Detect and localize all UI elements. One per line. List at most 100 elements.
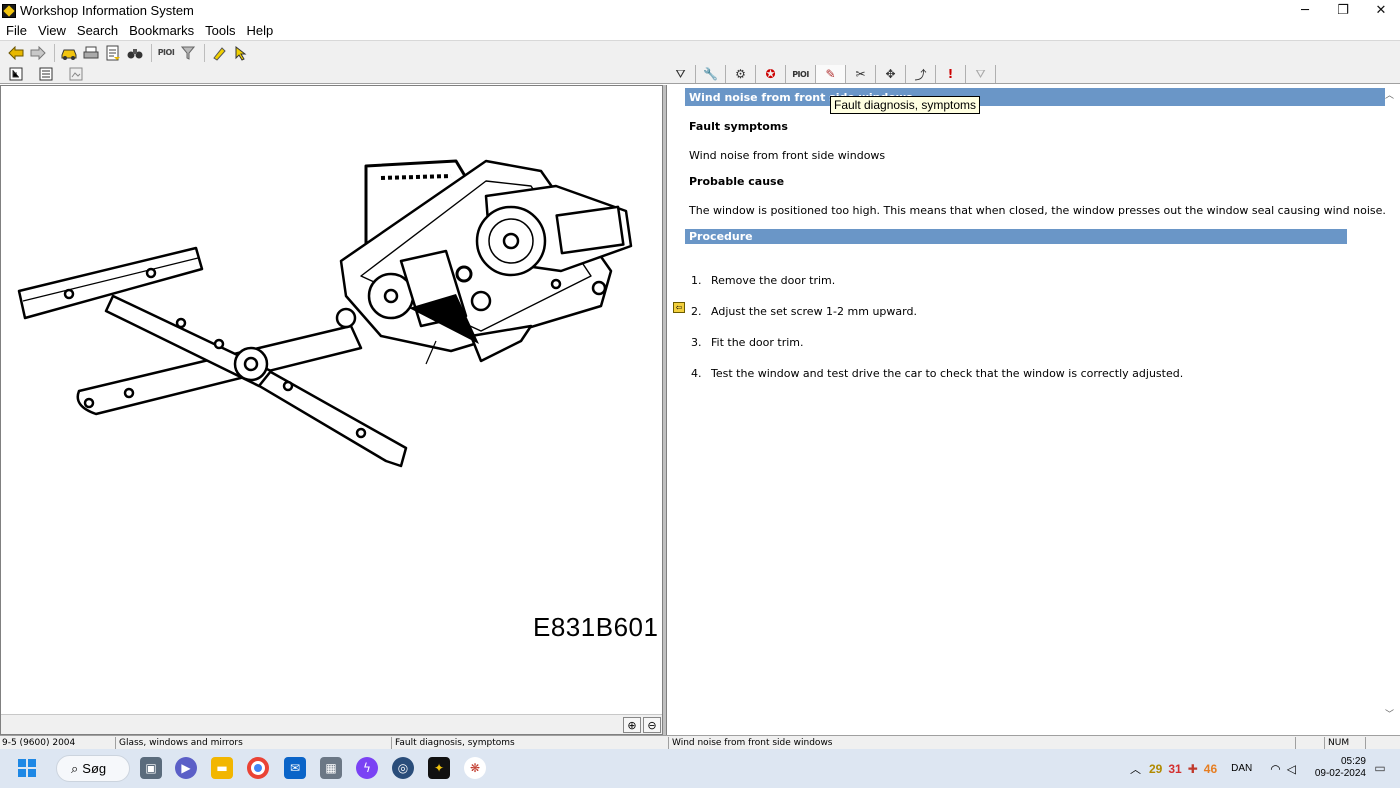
language-indicator[interactable]: DAN bbox=[1231, 763, 1252, 774]
document-tabs: ⛛ 🔧 ⚙ ✪ PIOI ✎ ✂ ✥ ⤴ ! ⛛ bbox=[666, 65, 996, 84]
teams-icon[interactable]: ▶ bbox=[175, 757, 197, 779]
list-view-icon[interactable] bbox=[37, 66, 55, 82]
messenger-icon[interactable]: ϟ bbox=[356, 757, 378, 779]
scroll-up-icon[interactable]: ︿ bbox=[1385, 88, 1394, 101]
maximize-button[interactable]: ❐ bbox=[1324, 0, 1362, 21]
document-list-icon[interactable] bbox=[103, 43, 123, 63]
search-label: Søg bbox=[82, 761, 107, 776]
procedure-step: 3. Fit the door trim. bbox=[691, 336, 804, 349]
chrome-icon[interactable] bbox=[247, 757, 269, 779]
binoculars-icon[interactable] bbox=[125, 43, 145, 63]
pointer-help-icon[interactable] bbox=[231, 43, 251, 63]
title-bar: Workshop Information System ─ ❐ ✕ bbox=[0, 0, 1400, 21]
minimize-button[interactable]: ─ bbox=[1286, 0, 1324, 21]
menu-tools[interactable]: Tools bbox=[199, 21, 240, 40]
fault-diagnosis-icon: ✎ bbox=[825, 67, 836, 81]
status-bar: 9-5 (9600) 2004 Glass, windows and mirro… bbox=[0, 735, 1400, 749]
tray-number-3[interactable]: 46 bbox=[1204, 762, 1217, 776]
tab-description[interactable]: ⛛ bbox=[666, 65, 696, 83]
window-controls: ─ ❐ ✕ bbox=[1286, 0, 1400, 21]
step-text: Adjust the set screw 1-2 mm upward. bbox=[711, 305, 917, 318]
status-category: Fault diagnosis, symptoms bbox=[393, 737, 669, 749]
warning-icon: ✪ bbox=[765, 67, 776, 81]
tray-number-2[interactable]: 31 bbox=[1168, 762, 1181, 776]
mail-icon[interactable]: ✉ bbox=[284, 757, 306, 779]
tray-number-1[interactable]: 29 bbox=[1149, 762, 1162, 776]
pioi-button[interactable]: PIOI bbox=[156, 43, 176, 63]
search-icon: ⌕ bbox=[71, 760, 79, 776]
tab-bulletins[interactable]: ! bbox=[936, 65, 966, 83]
globe-app-icon[interactable]: ◎ bbox=[392, 757, 414, 779]
zoom-bar: ⊕ ⊖ bbox=[1, 714, 662, 734]
document-title: Wind noise from front side windows bbox=[685, 88, 1385, 106]
highlight-icon[interactable] bbox=[209, 43, 229, 63]
file-explorer-icon[interactable]: ▬ bbox=[211, 757, 233, 779]
zoom-out-icon[interactable]: ⊖ bbox=[643, 717, 661, 733]
pioi-label: PIOI bbox=[792, 69, 809, 79]
clock-time: 05:29 bbox=[1340, 756, 1366, 767]
tab-fault-diagnosis[interactable]: ✎ bbox=[816, 65, 846, 83]
scroll-down-icon[interactable]: ﹀ bbox=[1385, 707, 1394, 720]
status-document: Wind noise from front side windows bbox=[670, 737, 1296, 749]
main-toolbar: PIOI bbox=[0, 40, 1400, 64]
notification-icon[interactable]: ▭ bbox=[1372, 759, 1388, 777]
secondary-toolbar: ⛛ 🔧 ⚙ ✪ PIOI ✎ ✂ ✥ ⤴ ! ⛛ bbox=[0, 64, 1400, 84]
wifi-icon[interactable]: ◠ bbox=[1270, 762, 1280, 776]
tray-app-icon[interactable]: ✚ bbox=[1188, 762, 1198, 776]
status-model: 9-5 (9600) 2004 bbox=[0, 737, 116, 749]
tooltip: Fault diagnosis, symptoms bbox=[830, 96, 981, 114]
print-icon[interactable] bbox=[81, 43, 101, 63]
close-button[interactable]: ✕ bbox=[1362, 0, 1400, 21]
menu-bar: File View Search Bookmarks Tools Help bbox=[0, 21, 1400, 40]
tab-safety[interactable]: ✪ bbox=[756, 65, 786, 83]
menu-search[interactable]: Search bbox=[71, 21, 123, 40]
menu-help[interactable]: Help bbox=[241, 21, 279, 40]
step-text: Test the window and test drive the car t… bbox=[711, 367, 1184, 380]
taskbar: ⌕ Søg ▣ ▶ ▬ ✉ ▦ ϟ ◎ ✦ ❋ ︿ 29 31 ✚ 46 DAN… bbox=[0, 749, 1400, 788]
menu-bookmarks[interactable]: Bookmarks bbox=[123, 21, 199, 40]
tab-tools[interactable]: 🔧 bbox=[696, 65, 726, 83]
clock-date: 09-02-2024 bbox=[1314, 768, 1366, 779]
app-icon bbox=[2, 3, 16, 18]
tab-technical-data[interactable]: ⚙ bbox=[726, 65, 756, 83]
procedure-step: 1. Remove the door trim. bbox=[691, 274, 836, 287]
procedure-heading: Procedure bbox=[685, 229, 1347, 244]
calculator-icon[interactable]: ▦ bbox=[320, 757, 342, 779]
fault-symptoms-text: Wind noise from front side windows bbox=[689, 149, 886, 162]
tree-view-icon[interactable] bbox=[7, 66, 25, 82]
wrench-icon: 🔧 bbox=[703, 67, 718, 81]
wis-app-icon[interactable]: ✦ bbox=[428, 757, 450, 779]
wiring-icon: ✂ bbox=[855, 67, 866, 81]
windows-start-icon[interactable] bbox=[16, 757, 38, 779]
status-empty bbox=[1297, 737, 1325, 749]
filter-icon[interactable] bbox=[178, 43, 198, 63]
zoom-in-icon[interactable]: ⊕ bbox=[623, 717, 641, 733]
menu-file[interactable]: File bbox=[0, 21, 32, 40]
menu-view[interactable]: View bbox=[32, 21, 71, 40]
alert-icon: ! bbox=[947, 67, 954, 81]
tab-pioi[interactable]: PIOI bbox=[786, 65, 816, 83]
status-num: NUM bbox=[1326, 737, 1366, 749]
procedure-step: 4. Test the window and test drive the car… bbox=[691, 367, 1184, 380]
forward-icon[interactable] bbox=[28, 43, 48, 63]
gears-icon: ⚙ bbox=[735, 67, 746, 81]
tab-filter[interactable]: ⛛ bbox=[966, 65, 996, 83]
tab-location[interactable]: ✥ bbox=[876, 65, 906, 83]
current-step-arrow-icon[interactable]: ⇦ bbox=[673, 302, 685, 313]
back-icon[interactable] bbox=[6, 43, 26, 63]
car-icon[interactable] bbox=[59, 43, 79, 63]
funnel-icon: ⛛ bbox=[675, 66, 686, 81]
task-view-icon[interactable]: ▣ bbox=[140, 757, 162, 779]
tab-adjustment[interactable]: ⤴ bbox=[906, 65, 936, 83]
tab-wiring[interactable]: ✂ bbox=[846, 65, 876, 83]
document-pane: Wind noise from front side windows Fault… bbox=[666, 85, 1400, 735]
step-text: Fit the door trim. bbox=[711, 336, 804, 349]
procedure-step: 2. Adjust the set screw 1-2 mm upward. bbox=[691, 305, 917, 318]
chevron-up-icon[interactable]: ︿ bbox=[1130, 761, 1141, 777]
taskbar-search[interactable]: ⌕ Søg bbox=[56, 755, 130, 782]
image-view-icon[interactable] bbox=[67, 66, 85, 82]
volume-icon[interactable]: ◁ bbox=[1287, 762, 1296, 776]
clock[interactable]: 05:29 09-02-2024 bbox=[1315, 756, 1366, 780]
step-text: Remove the door trim. bbox=[711, 274, 836, 287]
saab-app-icon[interactable]: ❋ bbox=[464, 757, 486, 779]
